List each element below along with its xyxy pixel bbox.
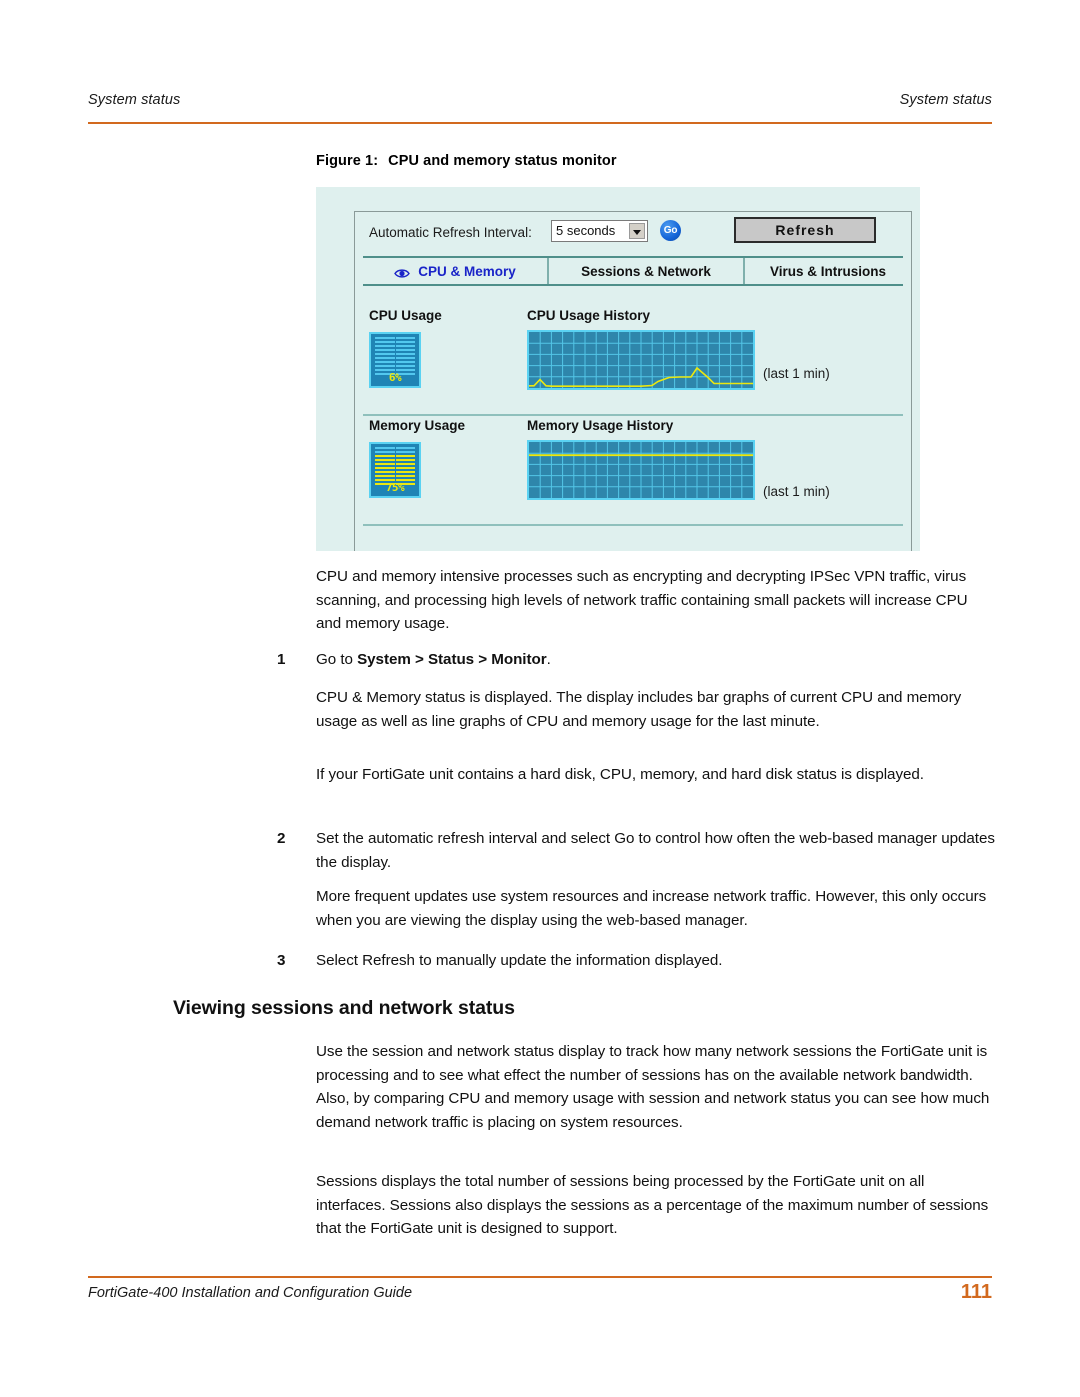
paragraph-sessions-total: Sessions displays the total number of se…: [316, 1173, 989, 1237]
figure-caption-number: Figure 1:: [316, 153, 379, 169]
tab-sessions-network[interactable]: Sessions & Network: [547, 258, 743, 284]
header-divider-rule: [88, 122, 992, 124]
tab-virus-intrusions-label: Virus & Intrusions: [769, 263, 887, 279]
memory-usage-history-chart: [527, 440, 755, 500]
monitor-tabbar: CPU & Memory Sessions & Network Virus & …: [363, 256, 903, 286]
tab-virus-intrusions[interactable]: Virus & Intrusions: [743, 258, 911, 284]
footer-divider-rule: [88, 1276, 992, 1278]
memory-usage-title: Memory Usage: [369, 418, 466, 433]
cpu-usage-history-chart: [527, 330, 755, 390]
memory-history-title: Memory Usage History: [527, 418, 674, 433]
cpu-gauge-divider: [395, 337, 396, 375]
figure-screenshot: Automatic Refresh Interval: 5 seconds Go…: [316, 187, 920, 551]
figure-caption: Figure 1: CPU and memory status monitor: [316, 153, 617, 169]
paragraph-session-network-status: Use the session and network status displ…: [316, 1043, 990, 1131]
memory-usage-percent: 75%: [385, 481, 405, 494]
refresh-interval-label: Automatic Refresh Interval:: [369, 225, 532, 240]
go-button[interactable]: Go: [660, 220, 681, 241]
metric-separator-1: [363, 414, 903, 416]
tab-cpu-memory[interactable]: CPU & Memory: [363, 258, 547, 284]
status-monitor-panel: Automatic Refresh Interval: 5 seconds Go…: [354, 211, 912, 551]
header-left-text: System status: [88, 92, 181, 108]
paragraph-cpu-memory-status: CPU & Memory status is displayed. The di…: [316, 689, 962, 730]
tab-sessions-network-label: Sessions & Network: [581, 263, 711, 279]
cpu-usage-gauge: 6%: [369, 332, 421, 388]
paragraph-cpu-memory-intensive: CPU and memory intensive processes such …: [316, 568, 968, 632]
refresh-interval-value: 5 seconds: [556, 223, 616, 238]
metric-separator-2: [363, 524, 903, 526]
paragraph-frequent-updates: More frequent updates use system resourc…: [316, 888, 987, 929]
step-2-text: Set the automatic refresh interval and s…: [316, 830, 995, 871]
memory-gauge-divider: [395, 447, 396, 485]
refresh-interval-select[interactable]: 5 seconds: [551, 220, 648, 242]
cpu-history-title: CPU Usage History: [527, 308, 651, 323]
footer-guide-title: FortiGate-400 Installation and Configura…: [88, 1285, 413, 1301]
eye-icon: [394, 267, 411, 278]
memory-usage-gauge: 75%: [369, 442, 421, 498]
step-2-number: 2: [277, 830, 286, 847]
step-1-prefix: Go to: [316, 651, 358, 668]
cpu-usage-title: CPU Usage: [369, 308, 442, 323]
cpu-history-note: (last 1 min): [763, 366, 830, 381]
footer-page-number: 111: [960, 1281, 992, 1303]
memory-metric-row: Memory Usage Memory Usage History 75% (l…: [363, 418, 903, 528]
figure-caption-text: CPU and memory status monitor: [388, 153, 617, 169]
paragraph-hard-disk: If your FortiGate unit contains a hard d…: [316, 766, 924, 783]
step-1-path: System > Status > Monitor: [357, 651, 547, 668]
header-right-text: System status: [899, 92, 992, 108]
tab-cpu-memory-label: CPU & Memory: [418, 263, 516, 279]
step-1-suffix: .: [546, 651, 551, 668]
memory-history-note: (last 1 min): [763, 484, 830, 499]
section-heading-viewing-sessions: Viewing sessions and network status: [173, 997, 515, 1019]
refresh-button[interactable]: Refresh: [734, 217, 876, 243]
step-3-text: Select Refresh to manually update the in…: [316, 952, 723, 969]
page-running-header: System status System status: [88, 92, 992, 126]
cpu-usage-percent: 6%: [388, 371, 402, 384]
monitor-toolbar: Automatic Refresh Interval: 5 seconds Go…: [355, 212, 911, 256]
step-3-number: 3: [277, 952, 286, 969]
step-1-number: 1: [277, 651, 286, 668]
step-1-text: Go to System > Status > Monitor.: [316, 648, 996, 672]
cpu-metric-row: CPU Usage CPU Usage History 6% (last 1 m…: [363, 308, 903, 418]
page-footer: FortiGate-400 Installation and Configura…: [88, 1281, 992, 1313]
chevron-down-icon[interactable]: [629, 223, 645, 239]
